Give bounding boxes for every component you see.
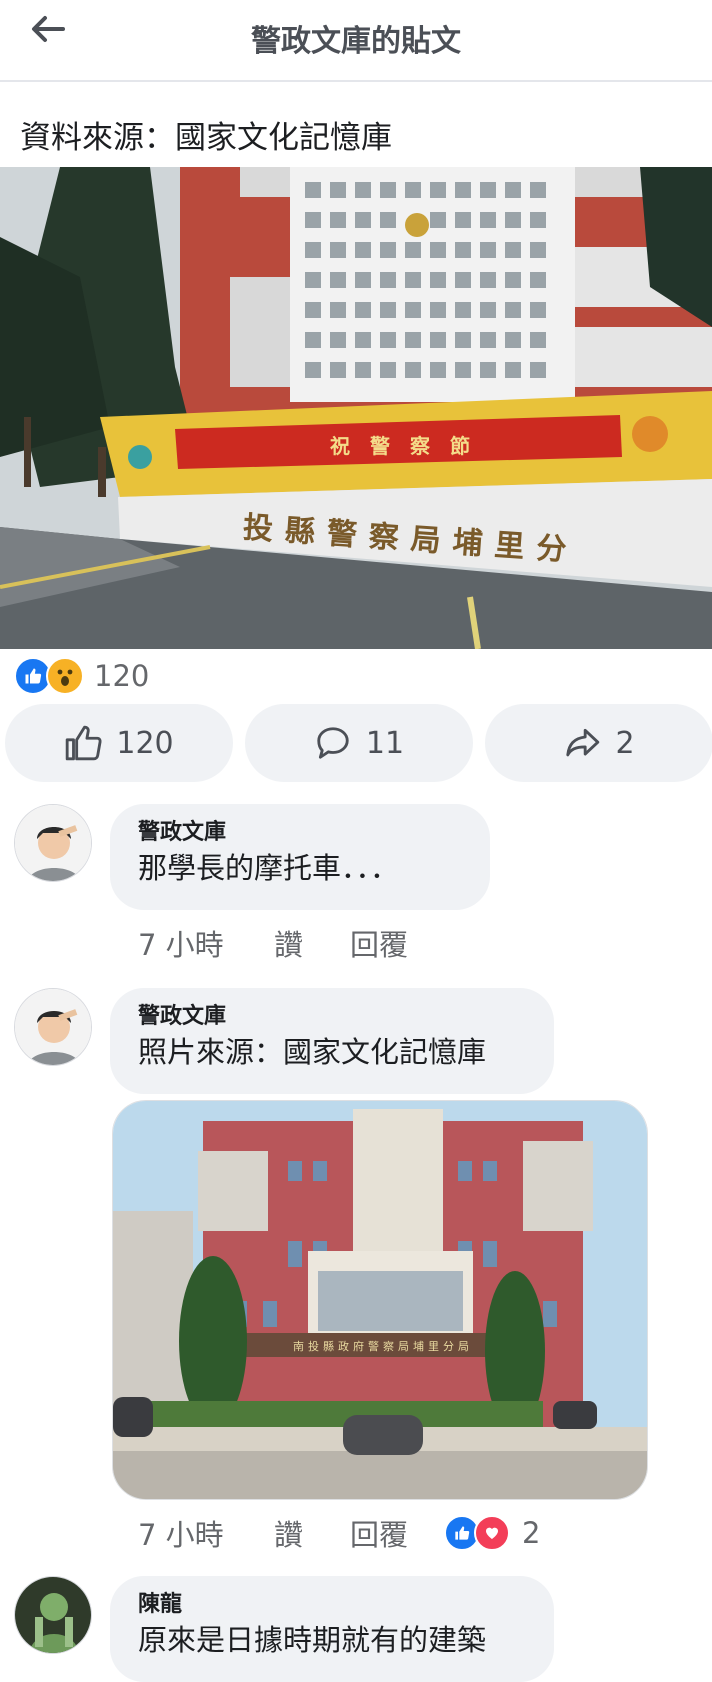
page-title: 警政文庫的貼文 <box>251 24 461 59</box>
reaction-count: 120 <box>94 659 150 693</box>
comment-bubble[interactable]: 陳龍 原來是日據時期就有的建築 <box>110 1576 554 1682</box>
comment-author[interactable]: 警政文庫 <box>138 818 462 848</box>
wow-reaction-icon <box>46 657 84 695</box>
like-count: 120 <box>116 725 174 761</box>
comment-count: 11 <box>365 725 405 761</box>
comment-photo[interactable]: 南投縣政府警察局埔里分局 <box>112 1100 648 1500</box>
comment-reactions[interactable]: 2 <box>444 1515 540 1551</box>
comment-avatar[interactable] <box>14 988 92 1066</box>
comment-bubble[interactable]: 警政文庫 照片來源：國家文化記憶庫 <box>110 988 554 1094</box>
top-bar: 警政文庫的貼文 <box>0 0 712 82</box>
comment-like-link[interactable]: 讚 <box>274 1512 350 1554</box>
banner-text: 祝 警 察 節 <box>330 434 470 458</box>
comment-meta: 7 小時 讚 回覆 <box>138 922 440 964</box>
post-actions: 120 11 2 <box>5 704 712 782</box>
share-count: 2 <box>615 725 635 761</box>
comment-bubble[interactable]: 警政文庫 那學長的摩托車．．． <box>110 804 490 910</box>
comment-like-link[interactable]: 讚 <box>274 922 350 964</box>
love-reaction-icon <box>474 1515 510 1551</box>
comment-reply-link[interactable]: 回覆 <box>350 1512 440 1554</box>
thumbs-up-icon <box>66 725 102 761</box>
comment-text: 原來是日據時期就有的建築 <box>138 1623 487 1657</box>
comment-meta: 7 小時 讚 回覆 2 <box>138 1512 540 1554</box>
comment-author[interactable]: 陳龍 <box>138 1590 526 1620</box>
post-photo[interactable]: 祝 警 察 節 投縣警察局埔里分 <box>0 167 712 649</box>
comment-time[interactable]: 7 小時 <box>138 1512 274 1554</box>
comment-avatar[interactable] <box>14 804 92 882</box>
comment-author[interactable]: 警政文庫 <box>138 1002 526 1032</box>
share-button[interactable]: 2 <box>485 704 712 782</box>
comment-time[interactable]: 7 小時 <box>138 922 274 964</box>
comment-reaction-count: 2 <box>522 1516 541 1550</box>
post-text: 資料來源：國家文化記憶庫 <box>20 120 392 156</box>
building-sign: 南投縣政府警察局埔里分局 <box>293 1339 473 1353</box>
comment-reply-link[interactable]: 回覆 <box>350 922 440 964</box>
comment-text: 那學長的摩托車．．． <box>138 851 400 885</box>
comment-avatar[interactable] <box>14 1576 92 1654</box>
reaction-summary[interactable]: 120 <box>14 656 149 696</box>
share-arrow-icon <box>566 728 600 757</box>
comment-text: 照片來源：國家文化記憶庫 <box>138 1035 487 1069</box>
like-button[interactable]: 120 <box>5 704 233 782</box>
comment-button[interactable]: 11 <box>245 704 473 782</box>
comment-icon <box>317 727 349 759</box>
